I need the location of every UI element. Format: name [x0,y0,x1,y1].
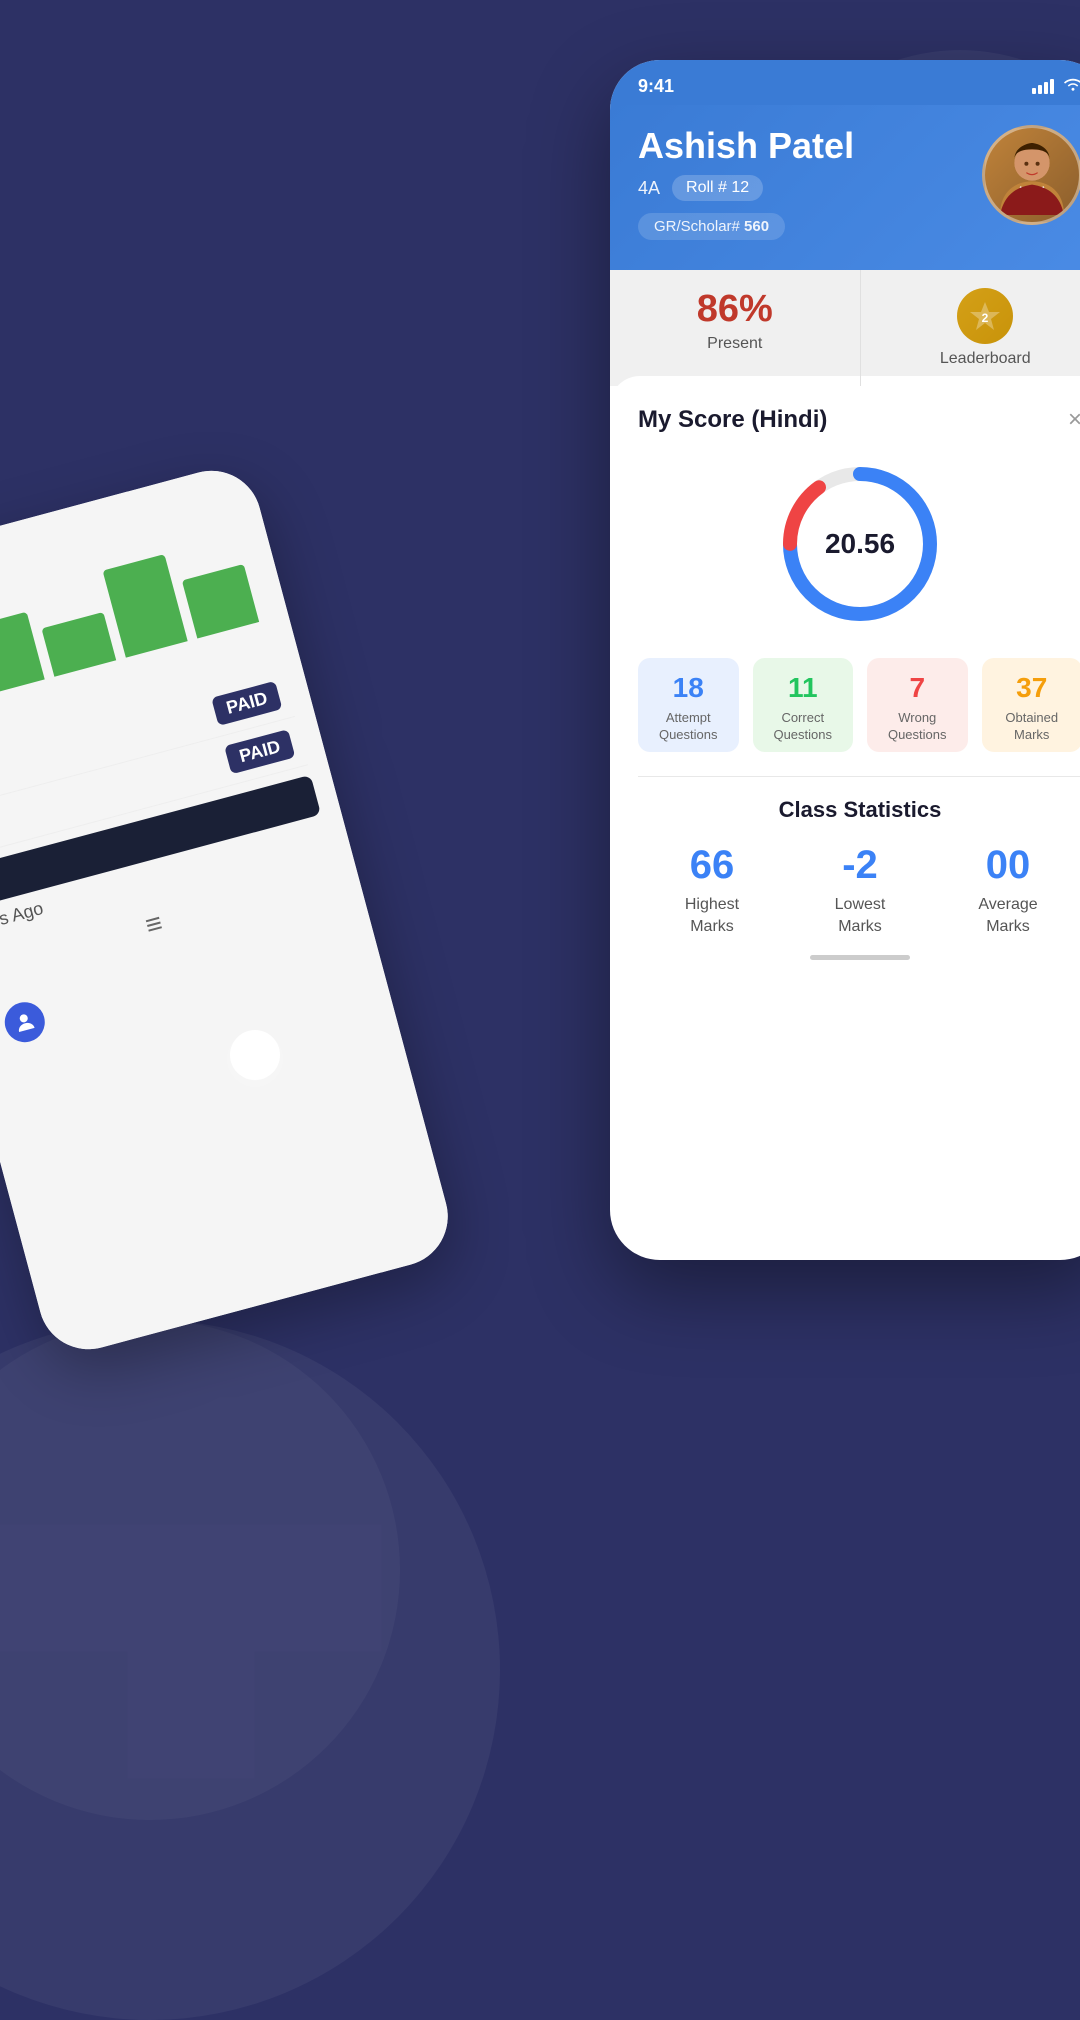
status-icons [1032,77,1080,96]
student-class-row: 4A Roll # 12 [638,175,854,201]
class-stats-title: Class Statistics [638,797,1080,823]
wifi-icon [1064,77,1080,96]
signal-bar-2 [1038,85,1042,94]
status-bar: 9:41 [610,60,1080,105]
student-info: Ashish Patel 4A Roll # 12 GR/Scholar# 56… [638,125,854,240]
bar-4 [103,554,188,657]
close-button[interactable]: × [1068,406,1080,434]
score-card: My Score (Hindi) × 20.56 18 Attem [610,376,1080,1006]
donut-chart-container: 20.56 [638,454,1080,634]
white-dot-decoration [230,1030,280,1080]
correct-questions-box: 11 CorrectQuestions [753,658,854,752]
status-time: 9:41 [638,76,674,97]
attempt-questions-box: 18 AttemptQuestions [638,658,739,752]
signal-bar-4 [1050,79,1054,94]
user-icon [0,998,49,1047]
bottom-bar [638,939,1080,976]
present-percent: 86% [620,288,850,331]
lowest-marks-number: -2 [786,843,934,888]
avatar [982,125,1080,225]
bar-2 [0,612,45,696]
header-content: Ashish Patel 4A Roll # 12 GR/Scholar# 56… [638,125,1080,240]
obtained-marks-label: ObtainedMarks [992,710,1073,744]
class-stats-row: 66 HighestMarks -2 LowestMarks 00 Averag… [638,843,1080,939]
bottom-pill [810,955,910,960]
obtained-marks-number: 37 [992,672,1073,704]
bar-3 [41,612,116,677]
obtained-marks-box: 37 ObtainedMarks [982,658,1080,752]
donut-chart: 20.56 [770,454,950,634]
paid-badge-2: PAID [224,729,295,774]
score-title: My Score (Hindi) [638,406,827,434]
average-marks-number: 00 [934,843,1080,888]
roll-badge: Roll # 12 [672,175,763,201]
highest-marks-label: HighestMarks [638,894,786,939]
attempt-questions-label: AttemptQuestions [648,710,729,744]
correct-questions-number: 11 [763,672,844,704]
svg-text:2: 2 [982,311,989,325]
signal-bar-1 [1032,88,1036,94]
wrong-questions-number: 7 [877,672,958,704]
main-phone: 9:41 Ashish Patel 4A [610,60,1080,1260]
class-badge: 4A [638,178,660,199]
score-card-header: My Score (Hindi) × [638,406,1080,434]
present-label: Present [620,335,850,353]
divider [638,776,1080,777]
leaderboard-icon: 2 [957,288,1013,344]
lowest-marks: -2 LowestMarks [786,843,934,939]
signal-bars-icon [1032,79,1054,94]
amount-2: 5000/- [0,811,2,848]
highest-marks: 66 HighestMarks [638,843,786,939]
average-marks: 00 AverageMarks [934,843,1080,939]
stats-grid: 18 AttemptQuestions 11 CorrectQuestions … [638,658,1080,752]
scholar-badge: GR/Scholar# 560 [638,213,785,240]
wrong-questions-label: WrongQuestions [877,710,958,744]
highest-marks-number: 66 [638,843,786,888]
correct-questions-label: CorrectQuestions [763,710,844,744]
lowest-marks-label: LowestMarks [786,894,934,939]
wrong-questions-box: 7 WrongQuestions [867,658,968,752]
signal-bar-3 [1044,82,1048,94]
student-name: Ashish Patel [638,125,854,167]
leaderboard-stat: 2 Leaderboard [861,270,1080,386]
leaderboard-label: Leaderboard [871,350,1080,368]
average-marks-label: AverageMarks [934,894,1080,939]
present-stat: 86% Present [610,270,861,386]
background-phone: Dec 000/- PAID 5000/- PAID 26/5 Days Ago… [0,460,459,1361]
header-section: Ashish Patel 4A Roll # 12 GR/Scholar# 56… [610,105,1080,270]
donut-center-value: 20.56 [825,528,895,560]
bar-5 [182,564,259,639]
stats-row: 86% Present 2 Leaderboard [610,270,1080,386]
paid-badge-1: PAID [212,681,283,726]
attempt-questions-number: 18 [648,672,729,704]
